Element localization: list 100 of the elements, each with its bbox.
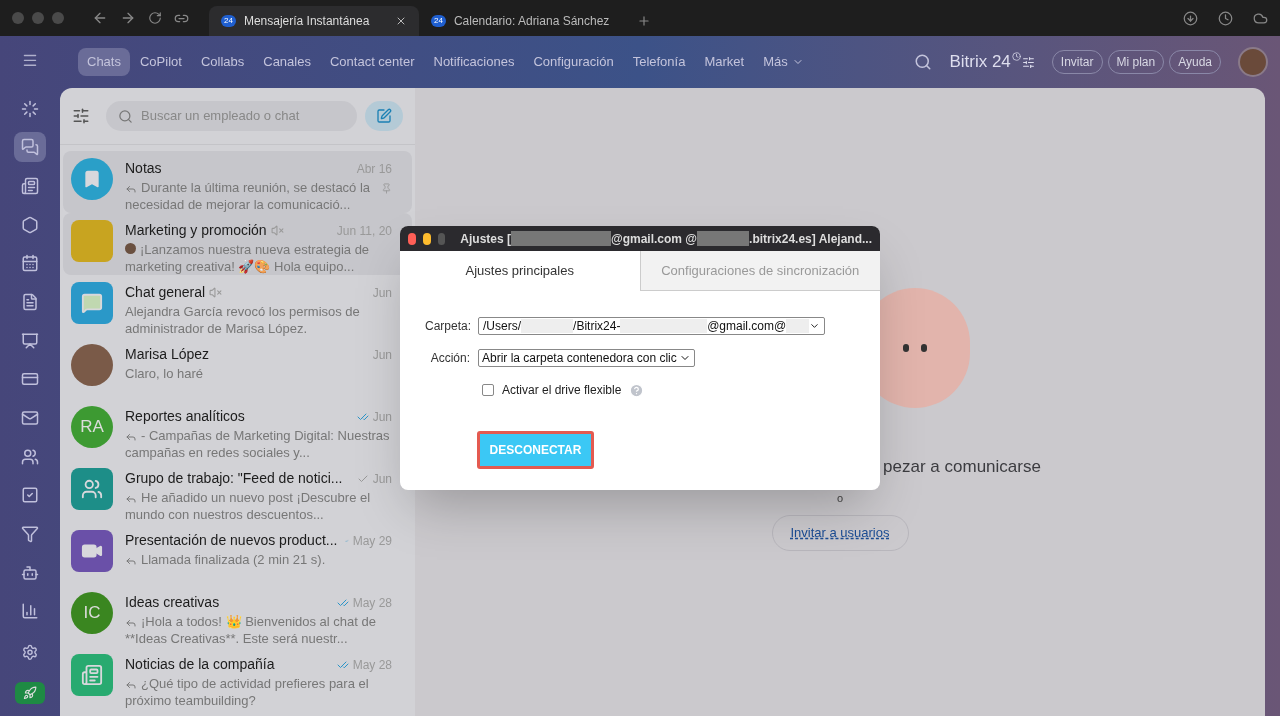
chat-preview: Durante la última reunión, se destacó la necesidad de mejorar la comunicació... — [125, 179, 372, 213]
clock-icon — [1011, 51, 1021, 61]
dialog-title: Ajustes [ — [460, 230, 511, 248]
nav-tab[interactable]: Más — [754, 48, 813, 76]
chat-name: Marketing y promoción — [125, 221, 267, 240]
chat-name: Presentación de nuevos product... — [125, 531, 338, 550]
chat-preview: Llamada finalizada (2 min 21 s). — [125, 551, 392, 568]
dialog-title: @gmail.com @ — [611, 230, 698, 248]
chat-name: Ideas creativas — [125, 593, 220, 612]
robot-icon — [21, 563, 39, 582]
checkbox-icon — [21, 486, 39, 505]
menu-icon[interactable] — [21, 52, 39, 69]
chat-name: Reportes analíticos — [125, 407, 245, 426]
filter-icon[interactable] — [72, 107, 90, 125]
chat-preview: ¿Qué tipo de actividad prefieres para el próximo teambuilding? — [125, 675, 370, 709]
cloud-icon[interactable] — [1253, 10, 1268, 26]
tab-title: Mensajería Instantánea — [243, 13, 371, 30]
mail-icon — [21, 408, 39, 427]
nav-tab[interactable]: CoPilot — [130, 48, 191, 76]
checkbox-label: Activar el drive flexible — [502, 382, 622, 399]
document-icon — [21, 292, 39, 311]
initials-avatar: IC — [71, 592, 113, 634]
field-label: Acción: — [429, 350, 470, 367]
bar-chart-icon — [21, 602, 39, 621]
browser-tab[interactable]: 24 Mensajería Instantánea — [209, 6, 419, 36]
chat-preview: - Campañas de Marketing Digital: Nuestras campañas en redes sociales y... — [125, 427, 391, 461]
people-icon — [81, 478, 103, 500]
browser-tab[interactable]: 24 Calendario: Adriana Sánchez — [419, 6, 629, 36]
dialog-tab[interactable]: Configuraciones de sincronización — [639, 251, 880, 291]
chat-item[interactable]: Presentación de nuevos product... May 29 Llamada finalizada (2 min 21 s). — [63, 523, 412, 585]
chat-date: Jun — [372, 408, 392, 426]
search-icon[interactable] — [914, 53, 933, 71]
chat-date: Jun — [372, 284, 392, 302]
newspaper-icon — [21, 176, 39, 195]
funnel-icon — [21, 524, 39, 543]
chat-date: May 28 — [352, 656, 392, 674]
new-tab-icon[interactable] — [637, 14, 651, 28]
chat-date: May 28 — [352, 594, 392, 612]
folder-select[interactable]: /Users/ /Bitrix24- @gmail.com@ — [478, 317, 825, 335]
download-icon[interactable] — [1183, 10, 1198, 26]
newspaper-icon — [81, 664, 103, 686]
loader-icon — [21, 99, 39, 118]
nav-tab[interactable]: Configuración — [524, 48, 623, 76]
redacted-block — [697, 231, 750, 246]
tab-favicon: 24 — [221, 15, 236, 27]
chat-name: Noticias de la compañía — [125, 655, 275, 674]
field-label: Carpeta: — [425, 318, 470, 335]
chat-bubbles-icon — [21, 138, 39, 157]
settings-sliders-icon[interactable] — [1021, 55, 1035, 69]
chat-preview: Alejandra García revocó los permisos de administrador de Marisa López. — [125, 303, 361, 337]
sidebar-item[interactable] — [14, 132, 46, 163]
reload-icon[interactable] — [148, 11, 162, 25]
chat-item[interactable]: Noticias de la compañía May 28 ¿Qué tipo de actividad prefieres para el próximo teambuilding? — [63, 647, 412, 709]
checkbox[interactable] — [482, 384, 494, 396]
nav-tab[interactable]: Contact center — [320, 48, 424, 76]
people-icon — [21, 447, 39, 466]
minimize-window-control[interactable] — [422, 232, 431, 245]
search-icon — [118, 108, 133, 124]
close-icon[interactable] — [395, 15, 407, 27]
chat-name: Notas — [125, 159, 162, 178]
chat-item[interactable]: IC Ideas creativas May 28 ¡Hola a todos! 👑 Bienvenidos al chat de **Ideas Creativas**. Este será nuestr... — [63, 585, 412, 647]
chat-name: Grupo de trabajo: "Feed de notici... — [125, 469, 343, 488]
nav-tab[interactable]: Telefonía — [623, 48, 695, 76]
rocket-icon — [23, 685, 37, 700]
clock-icon[interactable] — [1218, 10, 1233, 26]
hexagon-icon — [21, 215, 39, 234]
action-select[interactable]: Abrir la carpeta contenedora con clic — [478, 349, 695, 367]
chat-item[interactable]: Grupo de trabajo: "Feed de notici... Jun He añadido un nuevo post ¡Descubre el mundo con nuestros descuentos... — [63, 461, 412, 523]
chat-item[interactable]: Marisa López Jun Claro, lo haré — [63, 337, 412, 399]
chat-preview: ¡Hola a todos! 👑 Bienvenidos al chat de **Ideas Creativas**. Este será nuestr... — [125, 613, 377, 647]
bookmark-icon — [82, 169, 102, 189]
nav-tab[interactable]: Chats — [78, 48, 130, 76]
settings-icon[interactable] — [21, 644, 39, 661]
empty-state-subtext: o — [836, 492, 844, 505]
pencil-square-icon — [376, 108, 392, 124]
chat-preview: Claro, lo haré — [125, 365, 205, 382]
chat-name: Marisa López — [125, 345, 210, 364]
chat-preview: ¡Lanzamos nuestra nueva estrategia de marketing creativa! 🚀🎨 Hola equipo... — [125, 241, 371, 275]
nav-tab[interactable]: Collabs — [191, 48, 254, 76]
chat-date: Jun — [372, 346, 392, 364]
initials-avatar: RA — [71, 406, 113, 448]
tab-title: Calendario: Adriana Sánchez — [453, 13, 610, 30]
nav-tab[interactable]: Notificaciones — [424, 48, 524, 76]
forward-icon[interactable] — [120, 10, 136, 26]
presentation-board-icon — [21, 331, 39, 350]
close-window-control[interactable] — [408, 232, 416, 245]
dialog-title: .bitrix24.es] Alejand... — [749, 230, 872, 248]
nav-tab[interactable]: Canales — [254, 48, 320, 76]
speech-bubble-icon — [81, 292, 103, 314]
logo-text: Bitrix 24 — [949, 51, 1011, 74]
chat-name: Chat general — [125, 283, 206, 302]
tab-favicon: 24 — [431, 15, 446, 27]
calendar-icon — [21, 254, 39, 273]
chat-preview: He añadido un nuevo post ¡Descubre el mundo con nuestros descuentos... — [125, 489, 372, 523]
chat-item[interactable]: RA Reportes analíticos Jun - Campañas de Marketing Digital: Nuestras campañas en redes sociales y... — [63, 399, 412, 461]
rocket-button[interactable] — [15, 681, 45, 705]
chat-date: Jun — [372, 470, 392, 488]
nav-tab[interactable]: Market — [695, 48, 754, 76]
empty-state-heading: pezar a comunicarse — [883, 457, 1041, 477]
back-icon[interactable] — [92, 10, 108, 26]
